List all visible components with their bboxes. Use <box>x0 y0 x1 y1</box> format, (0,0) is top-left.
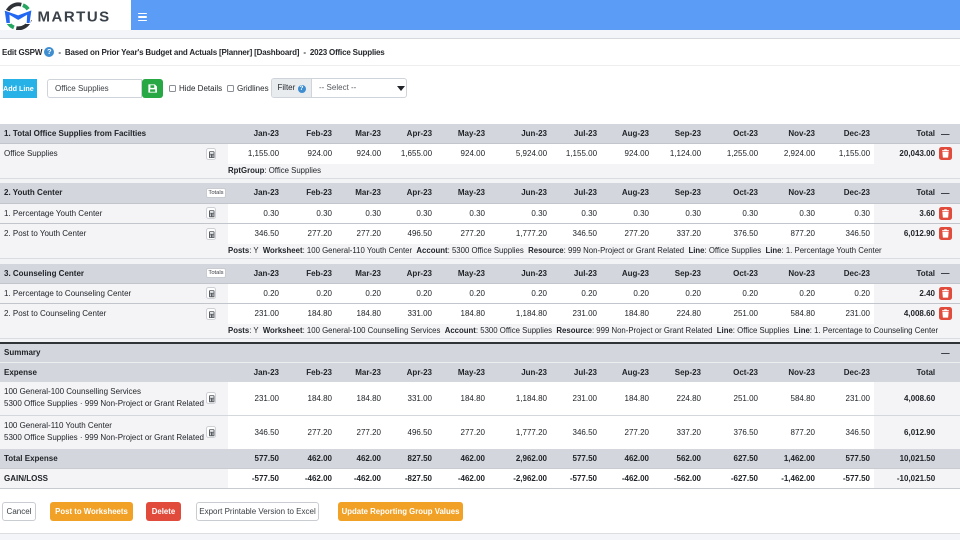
svg-text:MARTUS: MARTUS <box>38 9 111 26</box>
